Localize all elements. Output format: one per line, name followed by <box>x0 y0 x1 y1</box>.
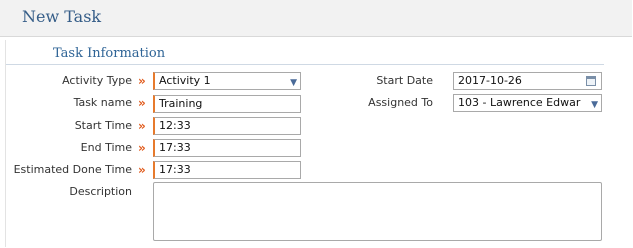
task-name-label: Task name <box>73 96 132 109</box>
chevron-down-icon: ▼ <box>290 78 297 88</box>
end-time-input[interactable]: 17:33 <box>153 139 301 157</box>
end-time-label: End Time <box>80 141 132 154</box>
required-indicator-icon: » <box>138 163 146 177</box>
activity-type-select[interactable]: Activity 1 ▼ <box>153 72 301 90</box>
assigned-to-value: 103 - Lawrence Edwar <box>458 96 581 109</box>
chevron-down-icon: ▼ <box>589 97 598 111</box>
required-indicator-icon: » <box>138 141 146 155</box>
estimated-done-time-label: Estimated Done Time <box>13 163 132 176</box>
page-title: New Task <box>22 7 102 26</box>
calendar-icon[interactable] <box>586 76 596 86</box>
start-date-value: 2017-10-26 <box>458 74 522 87</box>
required-indicator-icon: » <box>138 119 146 133</box>
estimated-done-time-input[interactable]: 17:33 <box>153 161 301 179</box>
assigned-to-label: Assigned To <box>368 96 433 109</box>
page-header: New Task <box>0 0 632 37</box>
start-time-input[interactable]: 12:33 <box>153 117 301 135</box>
required-indicator-icon: » <box>138 74 146 88</box>
section-title: Task Information <box>53 46 166 61</box>
description-label: Description <box>69 185 132 198</box>
activity-type-value: Activity 1 <box>159 74 211 87</box>
section-divider <box>6 64 604 65</box>
start-date-label: Start Date <box>376 74 433 87</box>
task-name-input[interactable]: Training <box>153 95 301 113</box>
activity-type-label: Activity Type <box>62 74 132 87</box>
description-textarea[interactable] <box>153 182 602 241</box>
start-time-label: Start Time <box>74 119 132 132</box>
required-indicator-icon: » <box>138 96 146 110</box>
assigned-to-select[interactable]: 103 - Lawrence Edwar ▼ <box>453 94 602 112</box>
start-date-input[interactable]: 2017-10-26 <box>453 72 602 90</box>
